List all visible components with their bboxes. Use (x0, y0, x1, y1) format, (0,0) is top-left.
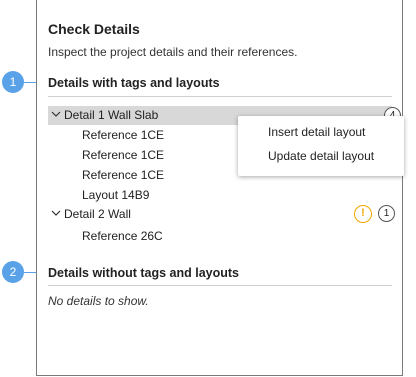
section-divider (48, 96, 392, 97)
chevron-down-icon[interactable] (50, 205, 62, 224)
context-menu: Insert detail layout Update detail layou… (238, 116, 404, 176)
chevron-down-icon[interactable] (50, 106, 62, 125)
tree-item-layout[interactable]: Layout 14B9 (48, 186, 392, 205)
warning-icon: ! (354, 205, 372, 223)
panel-subtitle: Inspect the project details and their re… (48, 45, 298, 59)
callout-1: 1 (2, 71, 24, 93)
tree-item-label: Detail 1 Wall Slab (64, 108, 159, 122)
count-badge: 1 (378, 205, 395, 222)
section-divider (48, 285, 392, 286)
tree-item-label: Reference 1CE (82, 148, 165, 162)
empty-state-text: No details to show. (48, 294, 149, 308)
tree-item-reference[interactable]: Reference 26C (48, 227, 392, 246)
tree-item-label: Layout 14B9 (82, 188, 150, 202)
tree-item-detail-2-wall[interactable]: Detail 2 Wall ! 1 (48, 205, 395, 224)
menu-item-insert-detail-layout[interactable]: Insert detail layout (238, 120, 404, 144)
panel-title: Check Details (48, 21, 140, 37)
tree-item-label: Reference 1CE (82, 168, 165, 182)
tree-item-label: Reference 26C (82, 229, 163, 243)
callout-2: 2 (2, 261, 24, 283)
tree-item-label: Reference 1CE (82, 128, 165, 142)
section-without-tags-header: Details without tags and layouts (48, 266, 239, 280)
check-details-panel: Check Details Inspect the project detail… (36, 0, 403, 376)
section-with-tags-header: Details with tags and layouts (48, 76, 220, 90)
tree-item-label: Detail 2 Wall (64, 207, 131, 221)
menu-item-update-detail-layout[interactable]: Update detail layout (238, 144, 404, 168)
